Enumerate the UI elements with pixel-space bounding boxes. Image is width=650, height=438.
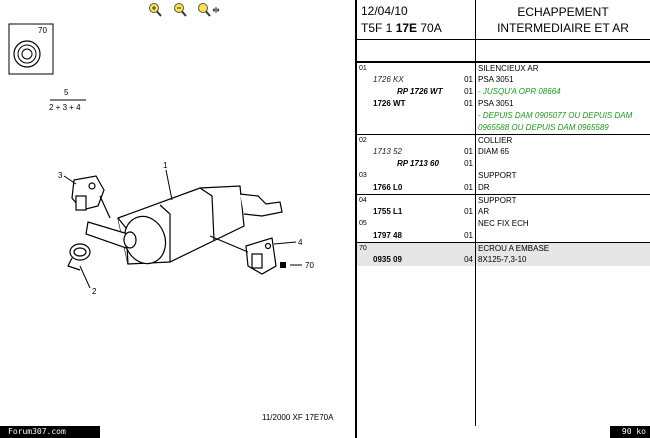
part-description: 8X125-7,3-10 [478,255,527,264]
parts-header: 12/04/10 T5F 1 17E 70A ECHAPPEMENT INTER… [357,0,650,40]
part-quantity: 01 [464,75,473,84]
table-row[interactable]: - DEPUIS DAM 0905077 OU DEPUIS DAM [357,110,650,122]
part-description: SUPPORT [478,171,517,180]
exhaust-diagram: 70 5 2 + 3 + 4 1 3 2 4 70 [8,23,314,296]
part-quantity: 01 [464,147,473,156]
part-description: DIAM 65 [478,147,510,156]
table-row[interactable]: 1726 KX 01 PSA 3051 [357,74,650,86]
group-number: 03 [359,172,367,179]
catalog-date: 12/04/10 [361,4,408,18]
table-row[interactable]: 05 NEC FIX ECH [357,218,650,230]
part-reference[interactable]: RP 1713 60 [373,158,465,170]
part-quantity: 04 [464,255,473,264]
part-reference[interactable]: 1766 L0 [373,182,465,194]
table-row[interactable]: 70 ECROU A EMBASE [357,242,650,254]
part-quantity: 01 [464,207,473,216]
zoom-out-icon[interactable] [172,2,188,18]
parts-panel: 12/04/10 T5F 1 17E 70A ECHAPPEMENT INTER… [357,0,650,438]
callout-70: 70 [305,261,314,270]
callout-5: 5 [64,88,69,97]
support-rear [209,235,277,275]
part-quantity: 01 [464,159,473,168]
table-row[interactable]: 1797 48 01 [357,230,650,242]
pan-icon[interactable] [196,2,220,18]
table-row[interactable]: 1766 L0 01 DR [357,182,650,194]
table-row[interactable]: 02 COLLIER [357,134,650,146]
header-spacer [357,40,650,62]
part-quantity: 01 [464,231,473,240]
part-description: PSA 3051 [478,99,514,108]
section-code: T5F 1 17E 70A [361,21,442,35]
drawing-reference: 11/2000 XF 17E70A [262,413,334,422]
table-row[interactable]: 01 SILENCIEUX AR [357,62,650,74]
part-description: 0965588 OU DEPUIS DAM 0965589 [478,123,609,132]
section-title: ECHAPPEMENT INTERMEDIAIRE ET AR [497,5,629,35]
callout-4: 4 [298,238,303,247]
parts-table: 01 SILENCIEUX AR 1726 KX 01 PSA 3051 RP 1726 … [357,62,650,266]
part-reference[interactable]: 1726 KX [373,74,465,86]
table-row[interactable]: 0935 09 04 8X125-7,3-10 [357,254,650,266]
nut-thumbnail: 70 [8,23,54,75]
part-description: AR [478,207,490,216]
part-reference[interactable]: 1797 48 [373,230,465,242]
part-description: - JUSQU'A OPR 08664 [478,87,561,96]
part-reference[interactable]: 1726 WT [373,98,465,110]
table-row[interactable]: 1713 52 01 DIAM 65 [357,146,650,158]
nut-70 [280,262,286,268]
part-description: PSA 3051 [478,75,514,84]
callout-2: 2 [92,287,97,296]
group-number: 05 [359,220,367,227]
callout-3: 3 [58,171,63,180]
part-description: NEC FIX ECH [478,219,529,228]
table-row[interactable]: 04 SUPPORT [357,194,650,206]
callout-1: 1 [163,161,168,170]
table-row[interactable]: 1726 WT 01 PSA 3051 [357,98,650,110]
part-description: DR [478,183,490,192]
clamp [67,243,91,271]
zoom-in-icon[interactable] [147,2,163,18]
part-quantity: 01 [464,99,473,108]
part-description: - DEPUIS DAM 0905077 OU DEPUIS DAM [478,111,633,120]
toolbar [0,0,355,20]
table-row[interactable]: RP 1713 60 01 [357,158,650,170]
part-reference[interactable]: 1713 52 [373,146,465,158]
callout-formula: 2 + 3 + 4 [49,103,81,112]
part-reference[interactable]: 1755 L1 [373,206,465,218]
table-row[interactable]: 0965588 OU DEPUIS DAM 0965589 [357,122,650,134]
part-quantity: 01 [464,183,473,192]
callout-70-thumb: 70 [38,26,47,35]
table-row[interactable]: RP 1726 WT 01 - JUSQU'A OPR 08664 [357,86,650,98]
table-row[interactable]: 03 SUPPORT [357,170,650,182]
part-reference[interactable]: RP 1726 WT [373,86,465,98]
part-quantity: 01 [464,87,473,96]
drawing-panel: 70 5 2 + 3 + 4 1 3 2 4 70 11/2000 XF 17E… [0,0,355,438]
table-divider [475,62,476,426]
file-size: 90 ko [610,426,650,438]
part-reference[interactable]: 0935 09 [373,254,465,266]
forum-watermark: Forum307.com [0,426,100,438]
table-row[interactable]: 1755 L1 01 AR [357,206,650,218]
support-right [71,175,111,219]
